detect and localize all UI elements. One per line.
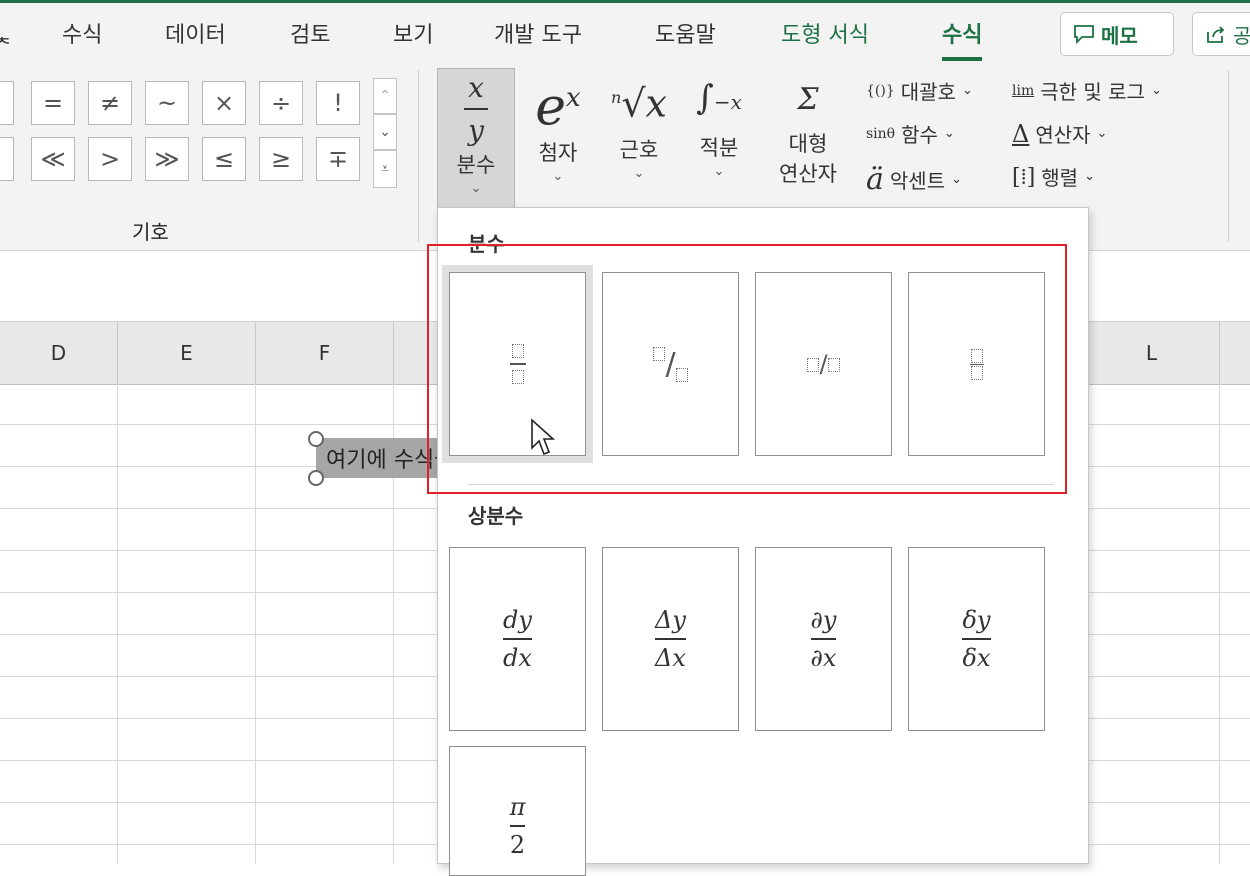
- symbol-less-equal[interactable]: ≤: [202, 137, 246, 181]
- column-header-f[interactable]: F: [256, 322, 394, 384]
- column-header-d[interactable]: D: [0, 322, 118, 384]
- memo-label: 메모: [1101, 23, 1138, 48]
- accent-icon: ä: [866, 162, 884, 197]
- chevron-down-icon: ⌄: [951, 172, 962, 187]
- symbol-partial-2[interactable]: ⊂: [0, 137, 14, 181]
- tab-shape-format[interactable]: 도형 서식: [781, 17, 869, 49]
- scroll-down-button[interactable]: ⌄: [373, 114, 397, 150]
- bracket-button[interactable]: {()} 대괄호 ⌄: [866, 76, 973, 105]
- function-icon: sinθ: [866, 125, 896, 142]
- fraction-pi-over-2-tile[interactable]: π2: [449, 746, 586, 876]
- limit-icon: lim: [1012, 82, 1035, 99]
- fraction-dy-dx-tile[interactable]: dy dx: [449, 547, 586, 731]
- matrix-icon: [⁞]: [1012, 164, 1036, 190]
- symbol-much-greater[interactable]: ≫: [145, 137, 189, 181]
- fraction-small-delta-tile[interactable]: δy δx: [908, 547, 1045, 731]
- more-icon: ⩡: [381, 161, 389, 177]
- symbol-much-less[interactable]: ≪: [31, 137, 75, 181]
- tab-review[interactable]: 검토: [290, 17, 330, 49]
- integral-icon: ∫−x: [696, 78, 742, 118]
- limit-log-label: 극한 및 로그: [1040, 80, 1145, 104]
- share-icon: [1207, 26, 1225, 43]
- symbol-not-equal[interactable]: ≠: [88, 81, 132, 125]
- section-title-common-fractions: 상분수: [468, 504, 524, 528]
- tab-data[interactable]: 데이터: [165, 17, 226, 49]
- bracket-icon: {()}: [866, 82, 895, 99]
- tab-equation[interactable]: 수식: [942, 17, 983, 61]
- large-operator-label-2: 연산자: [779, 162, 837, 186]
- tab-help[interactable]: 도움말: [655, 17, 716, 49]
- accent-label: 악센트: [889, 169, 946, 193]
- function-label: 함수: [901, 123, 938, 147]
- symbol-greater[interactable]: >: [88, 137, 132, 181]
- script-button[interactable]: ex 첨자 ⌄: [525, 68, 591, 184]
- chevron-down-icon: ⌄: [943, 126, 955, 141]
- chevron-down-icon: ⌄: [379, 124, 391, 140]
- column-header-l[interactable]: L: [1084, 322, 1220, 384]
- scroll-up-button[interactable]: ⌃: [373, 78, 397, 114]
- share-button[interactable]: 공: [1192, 12, 1250, 56]
- share-label: 공: [1233, 23, 1250, 48]
- symbol-partial-1[interactable]: ᵒ: [0, 81, 14, 125]
- gallery-more-button[interactable]: ⩡: [373, 150, 397, 188]
- symbol-factorial[interactable]: !: [316, 81, 360, 125]
- tab-formulas[interactable]: 수식: [62, 17, 102, 49]
- comment-icon: [1074, 25, 1094, 44]
- symbol-minus-plus[interactable]: ∓: [316, 137, 360, 181]
- memo-button[interactable]: 메모: [1060, 12, 1174, 56]
- limit-log-button[interactable]: lim 극한 및 로그 ⌄: [1012, 76, 1162, 105]
- symbol-divide[interactable]: ÷: [259, 81, 303, 125]
- script-label: 첨자: [538, 141, 578, 166]
- sum-icon: Σ: [797, 82, 819, 117]
- symbol-times[interactable]: ×: [202, 81, 246, 125]
- ribbon-tabs: ᆾ 수식 데이터 검토 보기 개발 도구 도움말 도형 서식 수식 메모 공: [0, 0, 1250, 64]
- column-header-e[interactable]: E: [118, 322, 256, 384]
- symbols-group-label: 기호: [132, 220, 169, 244]
- operator-label: 연산자: [1035, 123, 1091, 147]
- integral-label: 적분: [699, 136, 739, 160]
- chevron-down-icon: ⌄: [1096, 126, 1108, 141]
- delta-icon: Δ: [1012, 119, 1030, 148]
- bracket-label: 대괄호: [900, 80, 956, 104]
- tab-partial[interactable]: ᆾ: [0, 17, 12, 49]
- function-button[interactable]: sinθ 함수 ⌄: [866, 119, 955, 148]
- symbol-greater-equal[interactable]: ≥: [259, 137, 303, 181]
- radical-button[interactable]: n√x 근호 ⌄: [604, 68, 674, 181]
- accent-button[interactable]: ä 악센트 ⌄: [866, 162, 962, 197]
- fraction-button[interactable]: xy 분수 ⌄: [437, 68, 515, 208]
- operator-button[interactable]: Δ 연산자 ⌄: [1012, 119, 1107, 148]
- script-icon: ex: [535, 77, 581, 138]
- group-divider: [1228, 70, 1229, 242]
- symbol-equals[interactable]: =: [31, 81, 75, 125]
- chevron-down-icon: ⌄: [633, 165, 645, 181]
- fraction-icon: xy: [438, 71, 514, 147]
- chevron-down-icon: ⌄: [713, 164, 725, 179]
- large-operator-button[interactable]: Σ 대형 연산자: [762, 72, 854, 188]
- chevron-up-icon: ⌃: [379, 88, 391, 104]
- matrix-button[interactable]: [⁞] 행렬 ⌄: [1012, 162, 1095, 191]
- highlight-box: [427, 244, 1067, 494]
- tab-view[interactable]: 보기: [393, 17, 433, 49]
- fraction-partial-y-partial-x-tile[interactable]: ∂y ∂x: [755, 547, 892, 731]
- matrix-label: 행렬: [1041, 166, 1079, 190]
- resize-handle[interactable]: [308, 470, 324, 486]
- chevron-down-icon: ⌄: [1084, 169, 1095, 184]
- radical-icon: n√x: [611, 81, 667, 126]
- radical-label: 근호: [619, 137, 659, 162]
- chevron-down-icon: ⌄: [470, 180, 482, 196]
- chevron-down-icon: ⌄: [552, 169, 564, 185]
- chevron-down-icon: ⌄: [1150, 83, 1162, 98]
- fraction-label: 분수: [456, 152, 496, 177]
- tab-developer[interactable]: 개발 도구: [494, 17, 582, 49]
- symbol-tilde[interactable]: ~: [145, 81, 189, 125]
- resize-handle[interactable]: [308, 431, 324, 447]
- large-operator-label-1: 대형: [788, 132, 828, 156]
- chevron-down-icon: ⌄: [961, 83, 973, 98]
- integral-button[interactable]: ∫−x 적분 ⌄: [684, 68, 754, 179]
- group-divider: [418, 70, 419, 242]
- fraction-delta-y-delta-x-tile[interactable]: Δy Δx: [602, 547, 739, 731]
